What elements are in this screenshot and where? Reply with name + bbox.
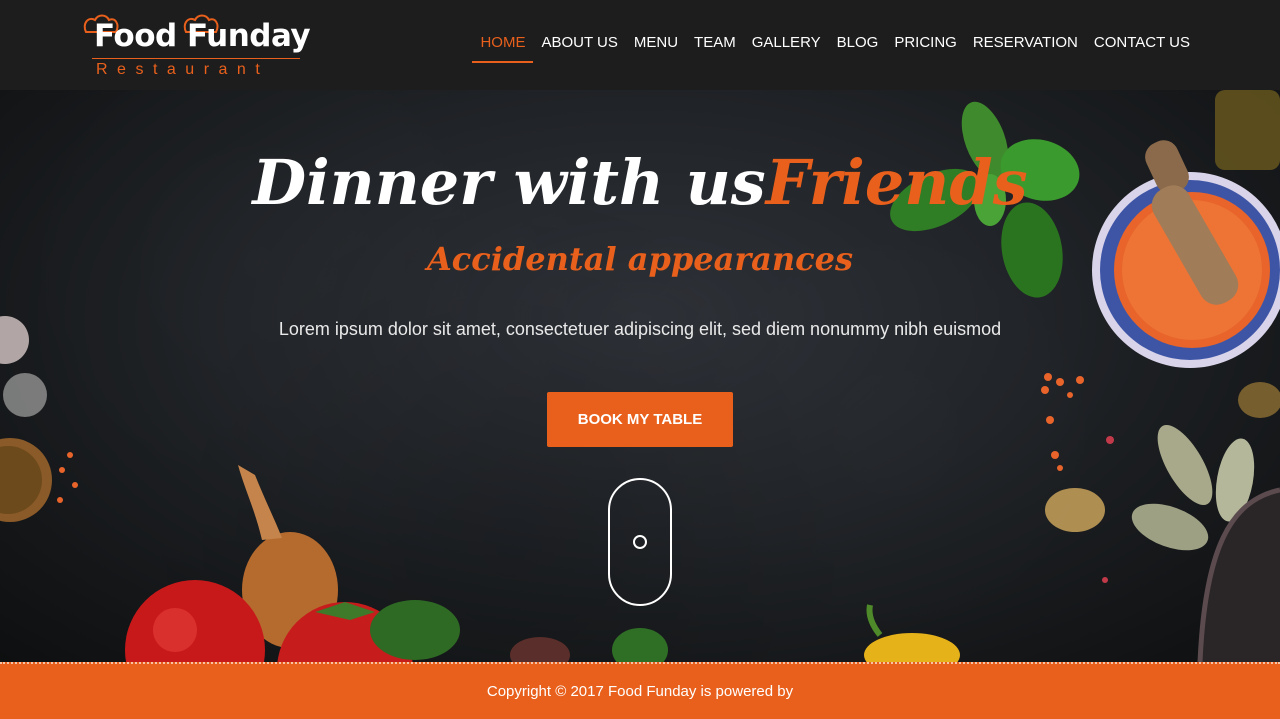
nav-item-home[interactable]: HOME bbox=[472, 24, 534, 63]
book-my-table-button[interactable]: BOOK MY TABLE bbox=[547, 392, 733, 447]
nav-item-about-us[interactable]: ABOUT US bbox=[533, 24, 625, 63]
nav-item-gallery[interactable]: GALLERY bbox=[744, 24, 829, 63]
hero-lead-text: Lorem ipsum dolor sit amet, consectetuer… bbox=[278, 319, 1002, 339]
nav-item-blog[interactable]: BLOG bbox=[829, 24, 887, 63]
logo-divider bbox=[92, 58, 300, 59]
headline-main: Dinner with us bbox=[252, 146, 766, 219]
nav-item-menu[interactable]: MENU bbox=[626, 24, 686, 63]
nav-item-pricing[interactable]: PRICING bbox=[886, 24, 965, 63]
copyright-text: Copyright © 2017 Food Funday is powered … bbox=[486, 683, 794, 700]
mouse-scroll-icon[interactable] bbox=[608, 478, 672, 606]
nav-item-team[interactable]: TEAM bbox=[686, 24, 744, 63]
scroll-dot-icon bbox=[633, 535, 647, 549]
brand-logo[interactable]: Food Funday Restaurant bbox=[82, 12, 322, 82]
nav-item-reservation[interactable]: RESERVATION bbox=[965, 24, 1086, 63]
site-header: Food Funday Restaurant HOME ABOUT US MEN… bbox=[0, 0, 1280, 90]
headline-accent: Friends bbox=[765, 146, 1028, 219]
main-nav: HOME ABOUT US MENU TEAM GALLERY BLOG PRI… bbox=[472, 24, 1198, 63]
brand-tagline: Restaurant bbox=[96, 61, 270, 78]
hero-headline: Dinner with usFriends bbox=[0, 146, 1280, 219]
brand-name: Food Funday bbox=[94, 18, 311, 54]
hero-section: Dinner with usFriends Accidental appeara… bbox=[0, 90, 1280, 662]
hero-subheadline: Accidental appearances bbox=[426, 240, 854, 278]
site-footer: Copyright © 2017 Food Funday is powered … bbox=[0, 662, 1280, 719]
nav-item-contact-us[interactable]: CONTACT US bbox=[1086, 24, 1198, 63]
